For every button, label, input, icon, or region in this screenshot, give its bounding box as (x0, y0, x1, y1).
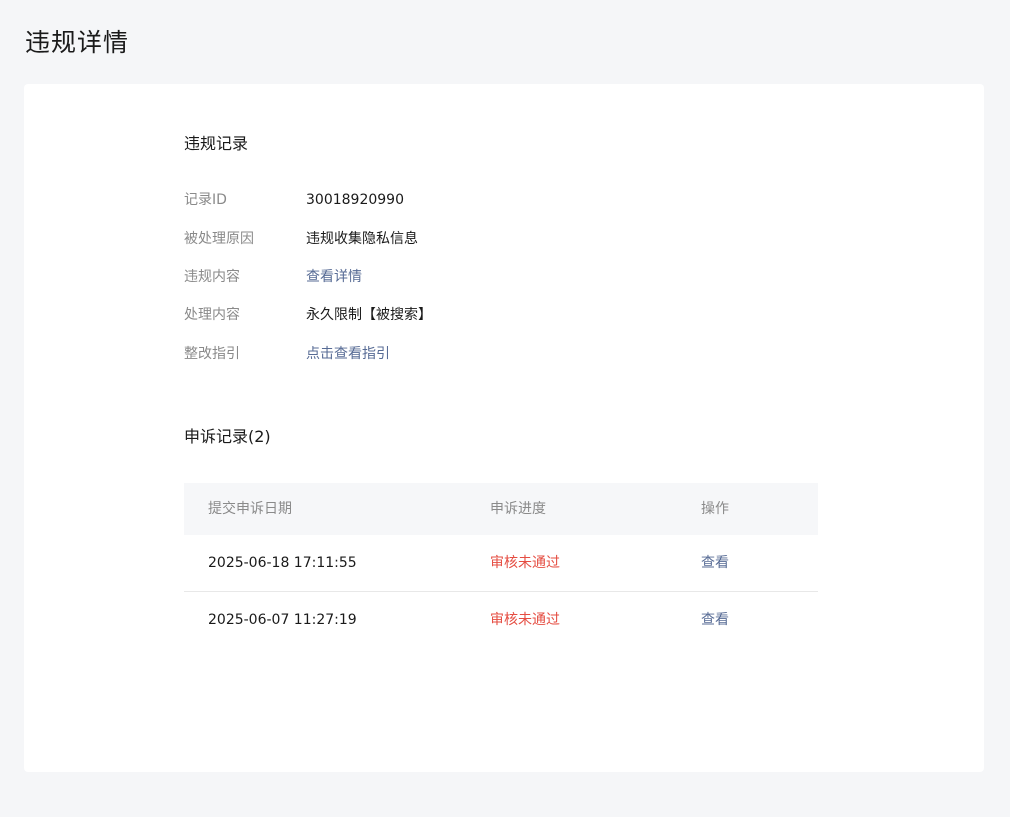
handling-content-value: 永久限制【被搜索】 (306, 307, 432, 323)
violation-content-row: 违规内容 查看详情 (184, 266, 684, 288)
reason-value: 违规收集隐私信息 (306, 231, 418, 247)
violation-content-label: 违规内容 (184, 269, 240, 285)
view-details-link[interactable]: 查看详情 (306, 266, 362, 288)
record-id-value: 30018920990 (306, 192, 404, 208)
page-title: 违规详情 (25, 28, 130, 57)
table-header: 提交申诉日期 申诉进度 操作 (184, 483, 818, 535)
violation-section-title: 违规记录 (184, 134, 249, 153)
record-id-row: 记录ID 30018920990 (184, 189, 684, 211)
view-guide-link[interactable]: 点击查看指引 (306, 343, 390, 365)
handling-content-row: 处理内容 永久限制【被搜索】 (184, 304, 684, 326)
appeal-status: 审核未通过 (490, 612, 560, 628)
reason-label: 被处理原因 (184, 231, 254, 247)
column-header-action: 操作 (701, 501, 729, 517)
appeal-section-title: 申诉记录(2) (184, 427, 271, 446)
view-appeal-link[interactable]: 查看 (701, 592, 729, 648)
handling-content-label: 处理内容 (184, 307, 240, 323)
appeal-table: 提交申诉日期 申诉进度 操作 2025-06-18 17:11:55 审核未通过… (184, 483, 818, 648)
table-row: 2025-06-18 17:11:55 审核未通过 查看 (184, 535, 818, 592)
rectification-guide-label: 整改指引 (184, 346, 240, 362)
view-appeal-link[interactable]: 查看 (701, 535, 729, 591)
appeal-date: 2025-06-07 11:27:19 (208, 612, 357, 628)
column-header-status: 申诉进度 (490, 501, 546, 517)
table-row: 2025-06-07 11:27:19 审核未通过 查看 (184, 592, 818, 648)
appeal-date: 2025-06-18 17:11:55 (208, 555, 357, 571)
record-id-label: 记录ID (184, 192, 227, 208)
appeal-status: 审核未通过 (490, 555, 560, 571)
column-header-date: 提交申诉日期 (208, 501, 292, 517)
rectification-guide-row: 整改指引 点击查看指引 (184, 343, 684, 365)
detail-card: 违规记录 记录ID 30018920990 被处理原因 违规收集隐私信息 违规内… (24, 84, 984, 772)
reason-row: 被处理原因 违规收集隐私信息 (184, 228, 684, 250)
